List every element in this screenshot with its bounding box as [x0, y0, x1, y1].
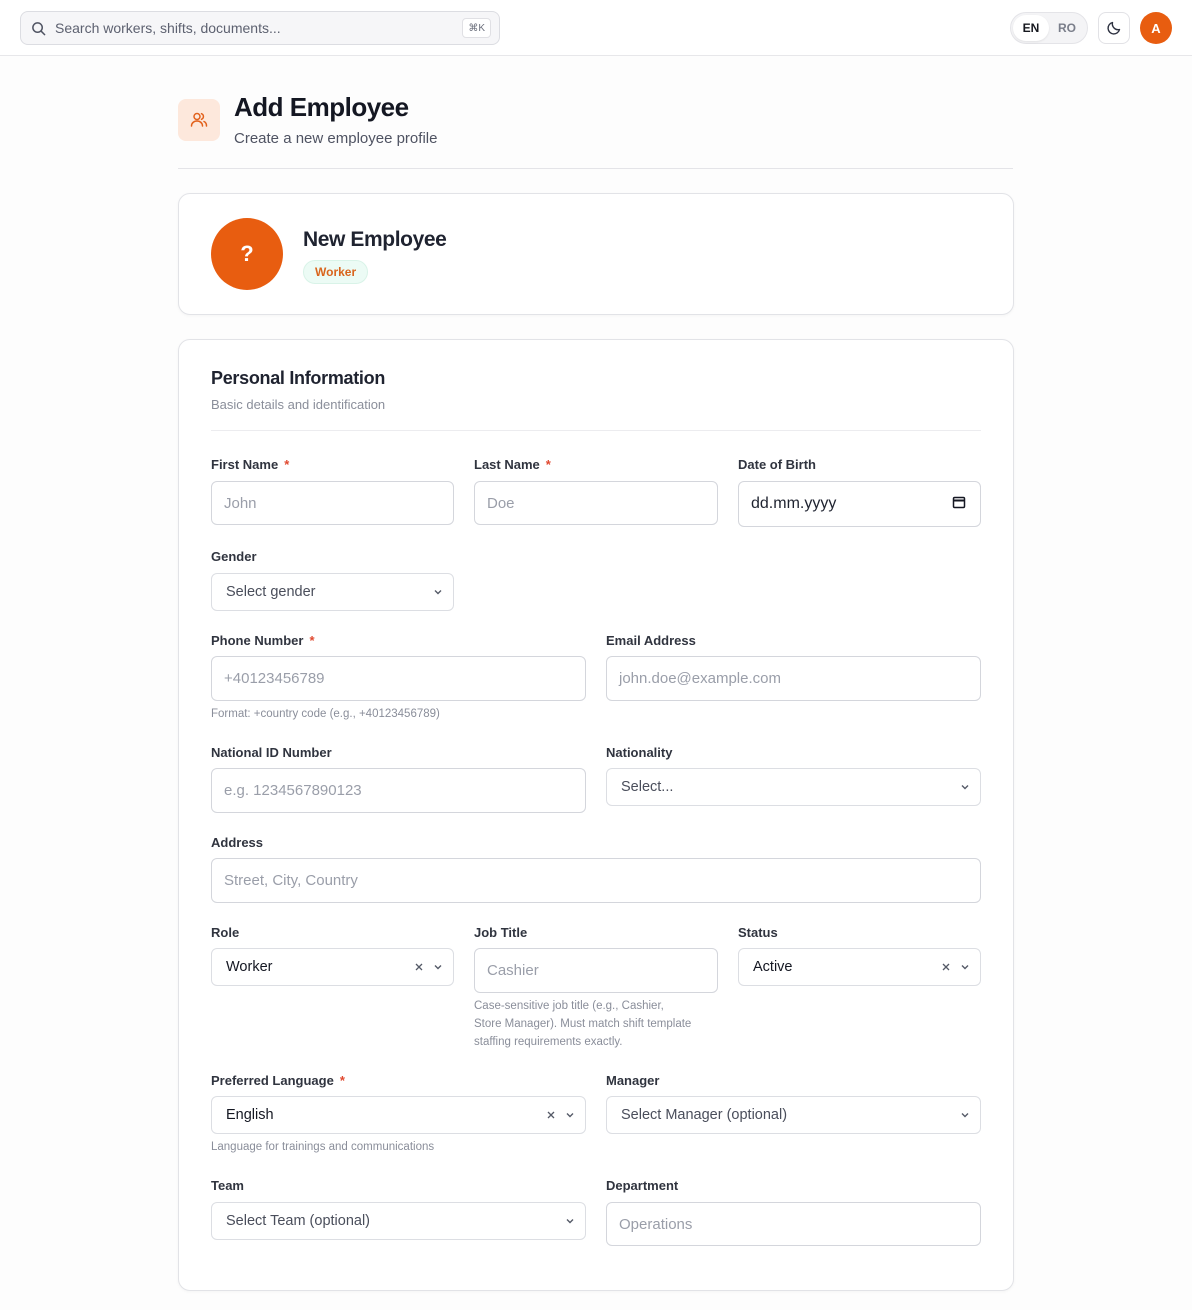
role-value: Worker [226, 959, 273, 975]
top-bar: Search workers, shifts, documents... ⌘K … [0, 0, 1192, 56]
user-avatar[interactable]: A [1140, 12, 1172, 44]
preferred-language-value: English [226, 1107, 274, 1123]
search-icon [32, 21, 46, 35]
clear-icon[interactable] [546, 1110, 556, 1120]
preferred-language-label: Preferred Language * [211, 1073, 345, 1088]
dob-label: Date of Birth [738, 457, 816, 472]
dob-input[interactable]: dd.mm.yyyy [738, 481, 981, 527]
employee-name: New Employee [303, 228, 447, 251]
team-select[interactable]: Select Team (optional) [211, 1202, 586, 1240]
phone-input[interactable]: +40123456789 [211, 656, 586, 701]
nationality-select[interactable]: Select... [606, 768, 981, 806]
department-placeholder: Operations [619, 1215, 693, 1233]
department-input[interactable]: Operations [606, 1202, 981, 1246]
clear-icon[interactable] [414, 962, 424, 972]
language-option-en[interactable]: EN [1013, 15, 1049, 41]
chevron-down-icon [434, 590, 442, 595]
manager-placeholder: Select Manager (optional) [621, 1107, 788, 1123]
chevron-down-icon [961, 785, 969, 790]
first-name-input[interactable]: John [211, 481, 454, 525]
national-id-input[interactable]: e.g. 1234567890123 [211, 768, 586, 813]
role-badge: Worker [303, 260, 369, 284]
chevron-down-icon [566, 1219, 574, 1224]
phone-placeholder: +40123456789 [224, 670, 325, 687]
national-id-placeholder: e.g. 1234567890123 [224, 782, 362, 799]
section-divider [211, 430, 981, 431]
header-divider [178, 168, 1013, 169]
phone-label: Phone Number * [211, 633, 315, 648]
team-label: Team [211, 1178, 244, 1193]
dob-value: dd.mm.yyyy [751, 495, 837, 512]
required-mark: * [545, 457, 551, 472]
users-icon [178, 99, 220, 141]
manager-select[interactable]: Select Manager (optional) [606, 1096, 981, 1134]
status-value: Active [753, 959, 793, 975]
job-title-input[interactable]: Cashier [474, 948, 718, 993]
email-label: Email Address [606, 633, 696, 648]
first-name-label: First Name * [211, 457, 290, 472]
search-shortcut-badge: ⌘K [462, 18, 491, 38]
status-select[interactable]: Active [738, 948, 981, 986]
address-placeholder: Street, City, Country [224, 872, 358, 889]
employee-avatar-placeholder[interactable]: ? [211, 218, 283, 290]
language-option-ro[interactable]: RO [1049, 15, 1085, 41]
phone-hint: Format: +country code (e.g., +4012345678… [211, 708, 440, 720]
required-mark: * [309, 633, 315, 648]
page-title: Add Employee [234, 92, 409, 122]
job-title-label: Job Title [474, 925, 528, 940]
gender-placeholder: Select gender [226, 584, 316, 600]
global-search[interactable]: Search workers, shifts, documents... ⌘K [20, 11, 500, 45]
chevron-down-icon [961, 965, 969, 970]
address-label: Address [211, 835, 264, 850]
preferred-language-select[interactable]: English [211, 1096, 586, 1134]
role-label: Role [211, 925, 240, 940]
preferred-language-hint: Language for trainings and communication… [211, 1141, 435, 1153]
last-name-label: Last Name * [474, 457, 551, 472]
theme-toggle-button[interactable] [1098, 12, 1130, 44]
team-placeholder: Select Team (optional) [226, 1213, 371, 1229]
profile-card: ? New Employee Worker [178, 193, 1014, 315]
email-placeholder: john.doe@example.com [619, 670, 781, 687]
required-mark: * [339, 1073, 345, 1088]
chevron-down-icon [566, 1113, 574, 1118]
language-switcher[interactable]: EN RO [1010, 12, 1088, 44]
gender-select[interactable]: Select gender [211, 573, 454, 611]
section-title: Personal Information [211, 368, 386, 388]
job-title-placeholder: Cashier [487, 962, 539, 979]
address-input[interactable]: Street, City, Country [211, 858, 981, 903]
first-name-placeholder: John [224, 494, 257, 512]
last-name-input[interactable]: Doe [474, 481, 718, 525]
calendar-icon[interactable] [952, 495, 966, 509]
nationality-placeholder: Select... [621, 779, 674, 795]
status-label: Status [738, 925, 778, 940]
nationality-label: Nationality [606, 745, 673, 760]
department-label: Department [606, 1178, 679, 1193]
job-title-hint: Case-sensitive job title (e.g., Cashier,… [474, 1000, 692, 1048]
required-mark: * [284, 457, 290, 472]
section-subtitle: Basic details and identification [211, 397, 386, 412]
chevron-down-icon [434, 965, 442, 970]
last-name-placeholder: Doe [487, 494, 515, 512]
clear-icon[interactable] [941, 962, 951, 972]
page-subtitle: Create a new employee profile [234, 130, 438, 147]
chevron-down-icon [961, 1113, 969, 1118]
gender-label: Gender [211, 549, 257, 564]
role-select[interactable]: Worker [211, 948, 454, 986]
manager-label: Manager [606, 1073, 660, 1088]
search-placeholder: Search workers, shifts, documents... [55, 20, 281, 36]
national-id-label: National ID Number [211, 745, 332, 760]
moon-icon [1107, 21, 1121, 35]
email-input[interactable]: john.doe@example.com [606, 656, 981, 701]
